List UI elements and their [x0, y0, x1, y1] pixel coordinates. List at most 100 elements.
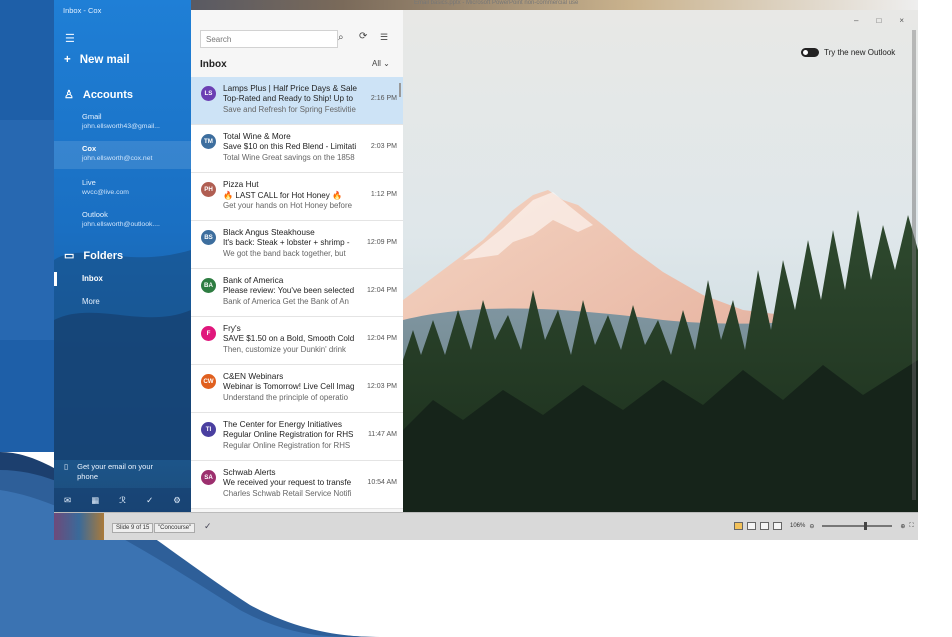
- folders-label: Folders: [83, 249, 124, 262]
- window-title: Inbox - Cox: [63, 6, 102, 15]
- folder-more[interactable]: More: [82, 297, 100, 306]
- account-email: john.ellsworth43@gmail...: [82, 123, 160, 130]
- maximize-button[interactable]: □: [876, 16, 881, 25]
- desktop-window-title: Email basics.pptx - Microsoft PowerPoint…: [414, 0, 579, 6]
- message-preview: Total Wine Great savings on the 1858: [223, 153, 355, 162]
- inbox-selected-indicator: [54, 272, 57, 286]
- account-outlook[interactable]: Outlook john.ellsworth@outlook....: [82, 210, 160, 230]
- sender-avatar: TM: [201, 134, 216, 149]
- hamburger-menu-icon[interactable]: ☰: [65, 32, 75, 45]
- people-icon[interactable]: ℛ: [119, 495, 126, 506]
- message-time: 1:12 PM: [370, 191, 397, 198]
- try-new-outlook-label: Try the new Outlook: [824, 48, 896, 57]
- select-mode-icon[interactable]: ☰: [380, 32, 388, 43]
- search-input[interactable]: Search: [200, 30, 338, 48]
- get-email-on-phone-link[interactable]: ▯ Get your email on your phone: [64, 462, 153, 481]
- get-email-line1: Get your email on your: [77, 462, 154, 471]
- account-name: Outlook: [82, 210, 108, 219]
- message-time: 12:04 PM: [367, 335, 397, 342]
- account-gmail[interactable]: Gmail john.ellsworth43@gmail...: [82, 112, 160, 132]
- fit-slide-icon[interactable]: ⛶: [909, 523, 913, 530]
- zoom-slider-thumb[interactable]: [864, 522, 868, 530]
- chevron-down-icon: ⌄: [383, 59, 390, 68]
- zoom-level[interactable]: 106%: [790, 523, 805, 529]
- zoom-in-icon[interactable]: ⊕: [900, 523, 905, 530]
- message-preview: Understand the principle of operatio: [223, 393, 349, 402]
- outlook-mail-window: Email basics.pptx - Microsoft PowerPoint…: [54, 0, 918, 540]
- message-list-scrollbar[interactable]: [399, 83, 401, 97]
- account-cox[interactable]: Cox john.ellsworth@cox.net: [54, 141, 191, 169]
- sync-icon[interactable]: ⟳: [359, 31, 367, 42]
- message-sender: Schwab Alerts: [223, 467, 276, 477]
- sender-avatar: BS: [201, 230, 216, 245]
- folder-inbox[interactable]: Inbox: [82, 274, 103, 283]
- message-sender: Pizza Hut: [223, 179, 259, 189]
- message-sender: Bank of America: [223, 275, 284, 285]
- message-row[interactable]: F Fry's SAVE $1.50 on a Bold, Smooth Cold 1…: [191, 317, 403, 365]
- message-row[interactable]: TM Total Wine & More Save $10 on this Red …: [191, 125, 403, 173]
- message-rows: LS Lamps Plus | Half Price Days & Sale Top…: [191, 77, 403, 509]
- view-zoom-controls: 106% ⊖ ⊕ ⛶: [734, 522, 914, 530]
- message-time: 2:16 PM: [370, 95, 397, 102]
- message-preview: Get your hands on Hot Honey before: [223, 201, 352, 210]
- new-mail-button[interactable]: + New mail: [64, 54, 130, 66]
- settings-icon[interactable]: ⚙: [173, 495, 181, 506]
- zoom-out-icon[interactable]: ⊖: [809, 523, 814, 530]
- spellcheck-icon[interactable]: ✓: [204, 521, 212, 532]
- message-sender: Black Angus Steakhouse: [223, 227, 315, 237]
- message-row[interactable]: BA Bank of America Please review: You've b…: [191, 269, 403, 317]
- powerpoint-status-bar: Slide 9 of 15 "Concourse" ✓ 106% ⊖ ⊕ ⛶: [54, 512, 918, 540]
- message-preview: Regular Online Registration for RHS: [223, 441, 351, 450]
- sender-avatar: BA: [201, 278, 216, 293]
- slide-counter: Slide 9 of 15: [112, 523, 154, 533]
- message-preview: Bank of America Get the Bank of An: [223, 297, 349, 306]
- todo-icon[interactable]: ✓: [146, 495, 153, 506]
- minimize-button[interactable]: –: [854, 16, 858, 25]
- account-email: wvcc@live.com: [82, 189, 129, 196]
- message-row[interactable]: PH Pizza Hut 🔥 LAST CALL for Hot Honey 🔥 1:…: [191, 173, 403, 221]
- message-subject: Save $10 on this Red Blend - Limitati: [223, 142, 357, 151]
- slide-sorter-button[interactable]: [747, 522, 756, 530]
- message-row[interactable]: SA Schwab Alerts We received your request …: [191, 461, 403, 509]
- message-row[interactable]: TI The Center for Energy Initiatives Regul…: [191, 413, 403, 461]
- slideshow-button[interactable]: [773, 522, 782, 530]
- message-list-pane: Search ⌕ ⟳ ☰ Inbox All ⌄ LS Lamps Plus | …: [191, 10, 403, 512]
- message-subject: Top-Rated and Ready to Ship! Up to: [223, 94, 354, 103]
- message-sender: C&EN Webinars: [223, 371, 284, 381]
- message-subject: Please review: You've been selected: [223, 286, 355, 295]
- message-subject: Regular Online Registration for RHS: [223, 430, 354, 439]
- phone-icon: ▯: [64, 462, 69, 471]
- new-mail-label: New mail: [79, 54, 130, 66]
- sender-avatar: TI: [201, 422, 216, 437]
- get-email-line2: phone: [77, 471, 98, 481]
- list-title: Inbox: [200, 59, 227, 70]
- message-row[interactable]: CW C&EN Webinars Webinar is Tomorrow! Live…: [191, 365, 403, 413]
- close-button[interactable]: ×: [899, 16, 904, 25]
- calendar-icon[interactable]: ▦: [91, 495, 99, 506]
- message-row[interactable]: LS Lamps Plus | Half Price Days & Sale Top…: [191, 77, 403, 125]
- mail-icon[interactable]: ✉: [64, 495, 71, 506]
- account-email: john.ellsworth@outlook....: [82, 221, 160, 228]
- message-time: 12:04 PM: [367, 287, 397, 294]
- try-new-outlook-toggle[interactable]: Try the new Outlook: [801, 48, 895, 57]
- normal-view-button[interactable]: [734, 522, 743, 530]
- account-name: Gmail: [82, 112, 102, 121]
- sender-avatar: F: [201, 326, 216, 341]
- reading-pane-scrollbar[interactable]: [912, 30, 916, 500]
- search-icon[interactable]: ⌕: [338, 32, 344, 43]
- message-sender: Lamps Plus | Half Price Days & Sale: [223, 83, 358, 93]
- filter-label: All: [372, 59, 381, 68]
- message-subject: 🔥 LAST CALL for Hot Honey 🔥: [223, 191, 343, 200]
- toggle-switch[interactable]: [801, 48, 819, 57]
- account-name: Live: [82, 178, 96, 187]
- account-live[interactable]: Live wvcc@live.com: [82, 178, 129, 198]
- mountain-landscape-image: [403, 10, 918, 512]
- filter-dropdown[interactable]: All ⌄: [372, 59, 390, 68]
- zoom-slider[interactable]: [822, 522, 893, 530]
- reading-view-button[interactable]: [760, 522, 769, 530]
- folders-header[interactable]: ▭ Folders: [64, 249, 124, 263]
- message-row[interactable]: BS Black Angus Steakhouse It's back: Steak…: [191, 221, 403, 269]
- message-sender: Fry's: [223, 323, 241, 333]
- message-subject: Webinar is Tomorrow! Live Cell Imag: [223, 382, 355, 391]
- accounts-header[interactable]: ♙ Accounts: [64, 88, 133, 102]
